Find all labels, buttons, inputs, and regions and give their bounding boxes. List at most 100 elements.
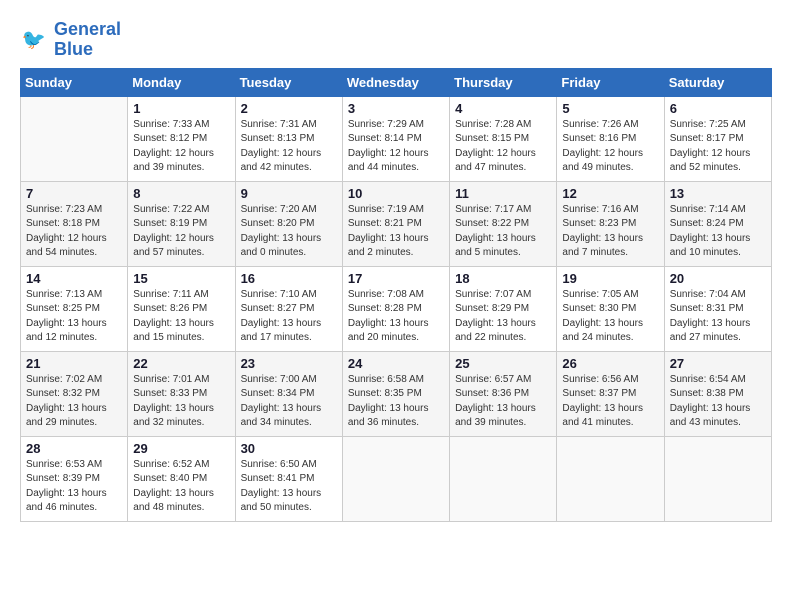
col-header-sunday: Sunday — [21, 68, 128, 96]
calendar-cell: 14Sunrise: 7:13 AM Sunset: 8:25 PM Dayli… — [21, 266, 128, 351]
calendar-cell: 12 Sunrise: 7:16 AM Sunset: 8:23 PM Dayli… — [557, 181, 664, 266]
svg-text:🐦: 🐦 — [22, 29, 46, 51]
calendar-cell: 15 Sunrise: 7:11 AM Sunset: 8:26 PM Dayli… — [128, 266, 235, 351]
day-number: 11 — [455, 186, 551, 201]
day-number: 27 — [670, 356, 766, 371]
day-info: Sunrise: 6:58 AM Sunset: 8:35 PM Dayligh… — [348, 373, 444, 431]
calendar-cell: 1Sunrise: 7:33 AM Sunset: 8:12 PM Daylig… — [128, 96, 235, 181]
day-info: Sunrise: 7:26 AM Sunset: 8:16 PM Dayligh… — [562, 118, 658, 176]
day-number: 25 — [455, 356, 551, 371]
day-number: 15 — [133, 271, 229, 286]
day-number: 7 — [26, 186, 122, 201]
day-info: Sunrise: 6:57 AM Sunset: 8:36 PM Dayligh… — [455, 373, 551, 431]
day-number: 10 — [348, 186, 444, 201]
day-info: Sunrise: 7:28 AM Sunset: 8:15 PM Dayligh… — [455, 118, 551, 176]
calendar-cell — [557, 436, 664, 521]
calendar-cell: 28 Sunrise: 6:53 AM Sunset: 8:39 PM Dayli… — [21, 436, 128, 521]
day-info: Sunrise: 6:52 AM Sunset: 8:40 PM Dayligh… — [133, 458, 229, 516]
calendar-cell: 10 Sunrise: 7:19 AM Sunset: 8:21 PM Dayli… — [342, 181, 449, 266]
day-info: Sunrise: 7:14 AM Sunset: 8:24 PM Dayligh… — [670, 203, 766, 261]
col-header-friday: Friday — [557, 68, 664, 96]
day-number: 29 — [133, 441, 229, 456]
day-number: 12 — [562, 186, 658, 201]
calendar-cell: 22 Sunrise: 7:01 AM Sunset: 8:33 PM Dayli… — [128, 351, 235, 436]
day-info: Sunrise: 7:05 AM Sunset: 8:30 PM Dayligh… — [562, 288, 658, 346]
day-info: Sunrise: 6:53 AM Sunset: 8:39 PM Dayligh… — [26, 458, 122, 516]
calendar-cell: 27 Sunrise: 6:54 AM Sunset: 8:38 PM Dayli… — [664, 351, 771, 436]
calendar-cell: 8Sunrise: 7:22 AM Sunset: 8:19 PM Daylig… — [128, 181, 235, 266]
logo-icon: 🐦 — [20, 25, 50, 55]
day-number: 21 — [26, 356, 122, 371]
calendar-table: SundayMondayTuesdayWednesdayThursdayFrid… — [20, 68, 772, 522]
calendar-cell: 11Sunrise: 7:17 AM Sunset: 8:22 PM Dayli… — [450, 181, 557, 266]
day-info: Sunrise: 7:08 AM Sunset: 8:28 PM Dayligh… — [348, 288, 444, 346]
calendar-cell — [664, 436, 771, 521]
day-info: Sunrise: 7:33 AM Sunset: 8:12 PM Dayligh… — [133, 118, 229, 176]
col-header-saturday: Saturday — [664, 68, 771, 96]
calendar-cell: 18 Sunrise: 7:07 AM Sunset: 8:29 PM Dayli… — [450, 266, 557, 351]
day-info: Sunrise: 7:02 AM Sunset: 8:32 PM Dayligh… — [26, 373, 122, 431]
calendar-cell: 23 Sunrise: 7:00 AM Sunset: 8:34 PM Dayli… — [235, 351, 342, 436]
day-number: 9 — [241, 186, 337, 201]
day-number: 2 — [241, 101, 337, 116]
day-info: Sunrise: 7:22 AM Sunset: 8:19 PM Dayligh… — [133, 203, 229, 261]
col-header-thursday: Thursday — [450, 68, 557, 96]
day-number: 3 — [348, 101, 444, 116]
calendar-cell — [450, 436, 557, 521]
calendar-cell: 24 Sunrise: 6:58 AM Sunset: 8:35 PM Dayli… — [342, 351, 449, 436]
calendar-cell: 17Sunrise: 7:08 AM Sunset: 8:28 PM Dayli… — [342, 266, 449, 351]
calendar-cell: 19 Sunrise: 7:05 AM Sunset: 8:30 PM Dayli… — [557, 266, 664, 351]
calendar-cell: 5Sunrise: 7:26 AM Sunset: 8:16 PM Daylig… — [557, 96, 664, 181]
day-number: 19 — [562, 271, 658, 286]
day-number: 13 — [670, 186, 766, 201]
day-number: 23 — [241, 356, 337, 371]
day-info: Sunrise: 7:11 AM Sunset: 8:26 PM Dayligh… — [133, 288, 229, 346]
day-number: 26 — [562, 356, 658, 371]
day-info: Sunrise: 7:10 AM Sunset: 8:27 PM Dayligh… — [241, 288, 337, 346]
day-info: Sunrise: 7:13 AM Sunset: 8:25 PM Dayligh… — [26, 288, 122, 346]
day-info: Sunrise: 7:04 AM Sunset: 8:31 PM Dayligh… — [670, 288, 766, 346]
day-number: 18 — [455, 271, 551, 286]
day-number: 24 — [348, 356, 444, 371]
calendar-cell: 13 Sunrise: 7:14 AM Sunset: 8:24 PM Dayli… — [664, 181, 771, 266]
day-info: Sunrise: 7:07 AM Sunset: 8:29 PM Dayligh… — [455, 288, 551, 346]
calendar-cell: 6 Sunrise: 7:25 AM Sunset: 8:17 PM Daylig… — [664, 96, 771, 181]
week-row-5: 28 Sunrise: 6:53 AM Sunset: 8:39 PM Dayli… — [21, 436, 772, 521]
calendar-cell — [342, 436, 449, 521]
day-info: Sunrise: 7:16 AM Sunset: 8:23 PM Dayligh… — [562, 203, 658, 261]
day-number: 6 — [670, 101, 766, 116]
day-info: Sunrise: 7:23 AM Sunset: 8:18 PM Dayligh… — [26, 203, 122, 261]
calendar-cell: 30 Sunrise: 6:50 AM Sunset: 8:41 PM Dayli… — [235, 436, 342, 521]
page-header: 🐦 General Blue — [20, 20, 772, 60]
logo: 🐦 General Blue — [20, 20, 121, 60]
calendar-cell: 4Sunrise: 7:28 AM Sunset: 8:15 PM Daylig… — [450, 96, 557, 181]
week-row-1: 1Sunrise: 7:33 AM Sunset: 8:12 PM Daylig… — [21, 96, 772, 181]
day-info: Sunrise: 7:19 AM Sunset: 8:21 PM Dayligh… — [348, 203, 444, 261]
day-info: Sunrise: 7:01 AM Sunset: 8:33 PM Dayligh… — [133, 373, 229, 431]
day-info: Sunrise: 7:00 AM Sunset: 8:34 PM Dayligh… — [241, 373, 337, 431]
calendar-cell: 25 Sunrise: 6:57 AM Sunset: 8:36 PM Dayli… — [450, 351, 557, 436]
week-row-2: 7 Sunrise: 7:23 AM Sunset: 8:18 PM Daylig… — [21, 181, 772, 266]
calendar-cell: 3 Sunrise: 7:29 AM Sunset: 8:14 PM Daylig… — [342, 96, 449, 181]
week-row-4: 21 Sunrise: 7:02 AM Sunset: 8:32 PM Dayli… — [21, 351, 772, 436]
day-info: Sunrise: 7:20 AM Sunset: 8:20 PM Dayligh… — [241, 203, 337, 261]
day-number: 20 — [670, 271, 766, 286]
day-number: 22 — [133, 356, 229, 371]
day-number: 28 — [26, 441, 122, 456]
day-info: Sunrise: 7:29 AM Sunset: 8:14 PM Dayligh… — [348, 118, 444, 176]
day-info: Sunrise: 6:50 AM Sunset: 8:41 PM Dayligh… — [241, 458, 337, 516]
logo-text: General Blue — [54, 20, 121, 60]
day-info: Sunrise: 6:56 AM Sunset: 8:37 PM Dayligh… — [562, 373, 658, 431]
day-number: 16 — [241, 271, 337, 286]
calendar-cell: 7 Sunrise: 7:23 AM Sunset: 8:18 PM Daylig… — [21, 181, 128, 266]
day-info: Sunrise: 7:25 AM Sunset: 8:17 PM Dayligh… — [670, 118, 766, 176]
calendar-cell: 26 Sunrise: 6:56 AM Sunset: 8:37 PM Dayli… — [557, 351, 664, 436]
calendar-cell: 16 Sunrise: 7:10 AM Sunset: 8:27 PM Dayli… — [235, 266, 342, 351]
col-header-tuesday: Tuesday — [235, 68, 342, 96]
day-number: 30 — [241, 441, 337, 456]
day-info: Sunrise: 6:54 AM Sunset: 8:38 PM Dayligh… — [670, 373, 766, 431]
col-header-monday: Monday — [128, 68, 235, 96]
calendar-cell: 20 Sunrise: 7:04 AM Sunset: 8:31 PM Dayli… — [664, 266, 771, 351]
calendar-cell: 2Sunrise: 7:31 AM Sunset: 8:13 PM Daylig… — [235, 96, 342, 181]
col-header-wednesday: Wednesday — [342, 68, 449, 96]
